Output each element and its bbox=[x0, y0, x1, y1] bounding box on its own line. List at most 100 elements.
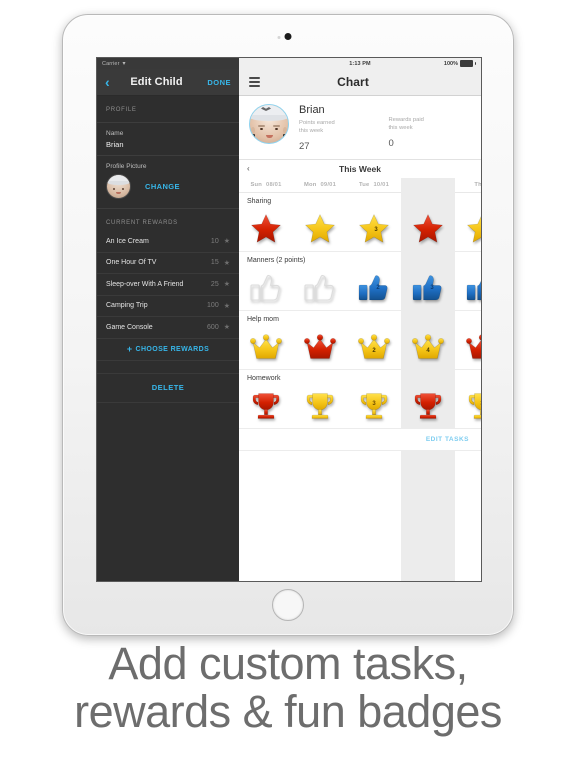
task-row: Help mom 2 4 bbox=[239, 311, 481, 369]
star-icon: ★ bbox=[223, 324, 230, 332]
sidebar-title: Edit Child bbox=[130, 76, 183, 88]
child-stats: Brian Points earned this week 27 Rewards… bbox=[299, 104, 471, 152]
profile-picture-row: CHANGE bbox=[97, 170, 239, 209]
edit-child-sidebar: Carrier ▾ ‹ Edit Child DONE PROFILE Name… bbox=[97, 58, 239, 581]
badge-cell[interactable]: 3 bbox=[347, 384, 401, 428]
day-column-header[interactable]: Mon 09/01 bbox=[293, 178, 347, 192]
star-badge-icon bbox=[411, 212, 445, 246]
eye-icon bbox=[122, 188, 124, 190]
badge-count: 3 bbox=[372, 400, 376, 407]
badge-cell[interactable] bbox=[293, 384, 347, 428]
child-summary-header: Brian Points earned this week 27 Rewards… bbox=[239, 96, 481, 160]
day-column-header[interactable]: Tue 10/01 bbox=[347, 178, 401, 192]
choose-rewards-button[interactable]: + CHOOSE REWARDS bbox=[97, 339, 239, 361]
sidebar-status-bar: Carrier ▾ bbox=[97, 58, 239, 69]
eyebrow-icon bbox=[258, 125, 265, 127]
device-screen: Carrier ▾ ‹ Edit Child DONE PROFILE Name… bbox=[96, 57, 482, 582]
edit-tasks-button[interactable]: EDIT TASKS bbox=[239, 428, 481, 451]
trophy-badge-icon bbox=[411, 389, 445, 423]
badge-count: 3 bbox=[430, 285, 434, 292]
badge-cell[interactable]: 2 bbox=[347, 325, 401, 369]
ear-icon bbox=[251, 127, 255, 134]
reward-item[interactable]: Camping Trip 100 ★ bbox=[97, 296, 239, 317]
badge-cell[interactable] bbox=[239, 207, 293, 251]
earring-icon bbox=[283, 134, 286, 138]
rewards-section-header: CURRENT REWARDS bbox=[106, 220, 178, 226]
badge-cell[interactable]: 3 bbox=[455, 207, 481, 251]
done-button[interactable]: DONE bbox=[207, 78, 231, 87]
reward-points: 25 bbox=[210, 280, 219, 288]
badge-cell[interactable] bbox=[293, 207, 347, 251]
chart-grid: Sun08/01Mon09/01Tue10/01Wed11/01Thu Shar… bbox=[239, 177, 481, 581]
mouth-icon bbox=[266, 135, 273, 138]
task-badge-row: 24 bbox=[239, 325, 481, 369]
reward-item[interactable]: Game Console 600 ★ bbox=[97, 317, 239, 339]
eye-icon bbox=[260, 128, 263, 131]
tablet-device-frame: Carrier ▾ ‹ Edit Child DONE PROFILE Name… bbox=[62, 14, 514, 636]
panel-status-bar: 1:13 PM 100% bbox=[239, 58, 481, 69]
reward-points: 15 bbox=[210, 259, 219, 267]
badge-cell[interactable]: 3 bbox=[347, 207, 401, 251]
ear-icon bbox=[283, 127, 287, 134]
badge-count: 2 bbox=[376, 285, 380, 292]
badge-cell[interactable] bbox=[239, 266, 293, 310]
badge-cell[interactable]: 2 bbox=[455, 266, 481, 310]
change-picture-button[interactable]: CHANGE bbox=[145, 182, 180, 191]
name-field-value[interactable]: Brian bbox=[97, 137, 239, 151]
badge-cell[interactable]: 4 bbox=[401, 325, 455, 369]
task-title: Help mom bbox=[247, 315, 279, 323]
task-rows: Sharing33Manners (2 points)232Help mom24… bbox=[239, 193, 481, 429]
badge-cell[interactable] bbox=[239, 325, 293, 369]
day-date: 10/01 bbox=[373, 181, 389, 188]
day-name: Tue bbox=[359, 181, 370, 188]
task-title: Sharing bbox=[247, 197, 272, 205]
hamburger-menu-icon[interactable] bbox=[249, 77, 260, 87]
star-badge-icon: 3 bbox=[357, 212, 391, 246]
reward-item[interactable]: One Hour Of TV 15 ★ bbox=[97, 253, 239, 274]
caption-line-1: Add custom tasks, bbox=[108, 638, 468, 689]
page-title: Chart bbox=[337, 75, 369, 89]
avatar[interactable] bbox=[106, 174, 131, 199]
day-date: 09/01 bbox=[320, 181, 337, 188]
crown-badge-icon: 4 bbox=[411, 330, 445, 364]
delete-button[interactable]: DELETE bbox=[97, 372, 239, 403]
star-badge-icon: 3 bbox=[465, 212, 481, 246]
eyebrow-icon bbox=[273, 125, 280, 127]
badge-count: 2 bbox=[372, 347, 376, 354]
trophy-badge-icon: 3 bbox=[357, 389, 391, 423]
crown-badge-icon: 2 bbox=[357, 330, 391, 364]
carrier-label: Carrier bbox=[102, 60, 120, 67]
chart-panel: 1:13 PM 100% Chart Brian Points earned t… bbox=[239, 58, 481, 581]
badge-cell[interactable] bbox=[455, 325, 481, 369]
badge-cell[interactable]: 3 bbox=[455, 384, 481, 428]
child-avatar[interactable] bbox=[249, 104, 289, 144]
badge-cell[interactable]: 3 bbox=[401, 266, 455, 310]
battery-indicator: 100% bbox=[444, 60, 476, 67]
reward-item[interactable]: An Ice Cream 10 ★ bbox=[97, 231, 239, 253]
badge-cell[interactable] bbox=[401, 384, 455, 428]
badge-cell[interactable] bbox=[293, 325, 347, 369]
crown-badge-icon bbox=[249, 330, 283, 364]
home-button[interactable] bbox=[272, 589, 304, 621]
day-column-header[interactable]: Sun 08/01 bbox=[239, 178, 293, 192]
badge-cell[interactable] bbox=[401, 207, 455, 251]
choose-rewards-label: CHOOSE REWARDS bbox=[135, 345, 210, 353]
badge-cell[interactable] bbox=[239, 384, 293, 428]
badge-cell[interactable] bbox=[293, 266, 347, 310]
badge-cell[interactable]: 2 bbox=[347, 266, 401, 310]
reward-name: Sleep-over With A Friend bbox=[106, 280, 184, 288]
reward-points: 100 bbox=[207, 302, 219, 310]
reward-item[interactable]: Sleep-over With A Friend 25 ★ bbox=[97, 274, 239, 296]
task-badge-row: 33 bbox=[239, 207, 481, 251]
previous-week-chevron-left-icon[interactable]: ‹ bbox=[247, 164, 250, 173]
points-earned-stat: Brian Points earned this week 27 bbox=[299, 104, 388, 152]
thumb-badge-icon bbox=[303, 271, 337, 305]
task-row: Manners (2 points) 2 3 2 bbox=[239, 252, 481, 310]
crown-badge-icon bbox=[465, 330, 481, 364]
rewards-paid-stat: Rewards paid this week 0 bbox=[388, 104, 471, 152]
day-column-header[interactable]: Thu bbox=[455, 178, 481, 192]
rewards-paid-value: 0 bbox=[388, 137, 394, 149]
day-name: Sun bbox=[250, 181, 263, 188]
rewards-list: An Ice Cream 10 ★ One Hour Of TV 15 ★ Sleep-ov… bbox=[97, 231, 239, 339]
badge-count: 4 bbox=[426, 347, 430, 354]
